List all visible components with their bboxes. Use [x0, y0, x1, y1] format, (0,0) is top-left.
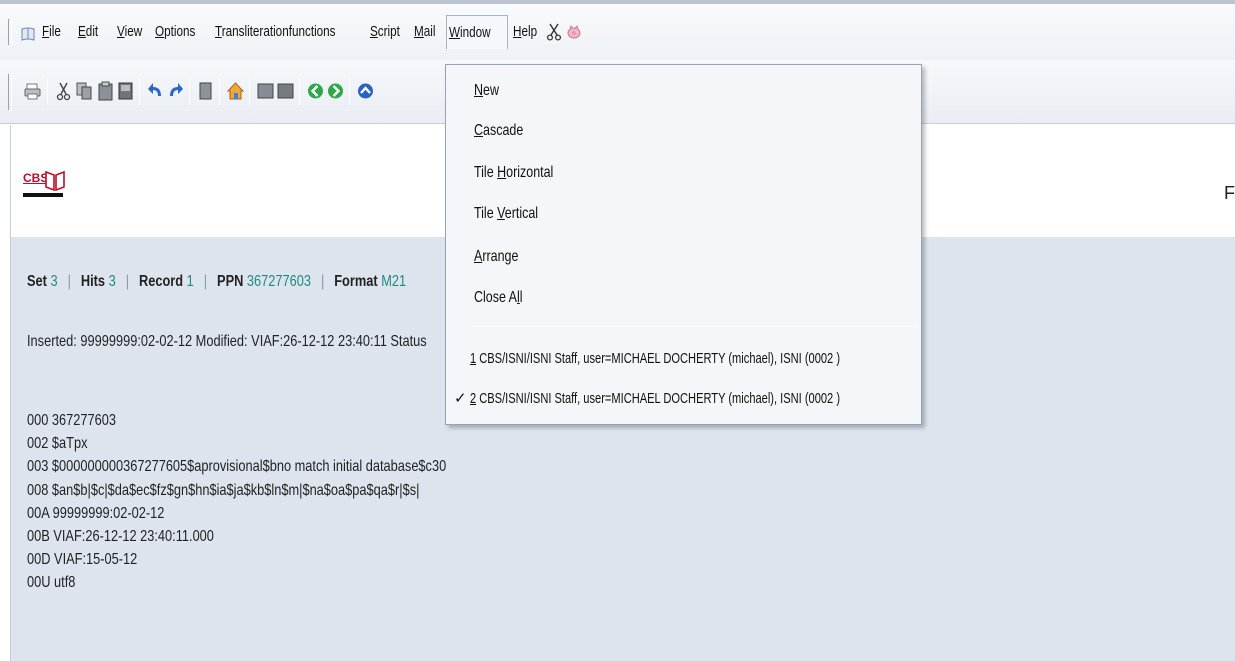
toolbar-separator [249, 79, 250, 105]
list-icon[interactable] [257, 81, 274, 101]
menu-edit[interactable]: Edit [76, 17, 104, 47]
list2-icon[interactable] [277, 81, 294, 101]
menu-transliterationfunctions[interactable]: Transliterationfunctions [213, 17, 370, 47]
forward-icon[interactable] [327, 81, 344, 101]
field-line[interactable]: 003 $000000000367277605$aprovisional$bno… [27, 455, 551, 478]
menu-item-new[interactable]: New [446, 71, 921, 111]
menu-item-cascade[interactable]: Cascade [446, 111, 921, 151]
menu-window[interactable]: Window [446, 15, 508, 49]
field-line[interactable]: 00A 99999999:02-02-12 [27, 502, 551, 525]
ppn-value[interactable]: 367277603 [247, 273, 311, 290]
toolbar-separator [189, 79, 190, 105]
menu-item-arrange[interactable]: Arrange [446, 237, 921, 277]
open-book-icon [45, 170, 65, 191]
pig-icon[interactable] [566, 24, 582, 40]
record-label: Record [138, 273, 184, 290]
book-icon[interactable] [20, 26, 36, 42]
undo-icon[interactable] [147, 81, 164, 101]
menu-separator [472, 326, 917, 327]
field-line[interactable]: 008 $an$b|$c|$da$ec$fz$gn$hn$ia$ja$kb$ln… [27, 479, 551, 502]
logo-bar [23, 193, 63, 197]
scissors-icon[interactable] [546, 23, 562, 41]
toolbar-separator [139, 79, 140, 105]
cbs-logo: CBS [23, 169, 69, 199]
menu-item-window-1[interactable]: 1 CBS/ISNI/ISNI Staff, user=MICHAEL DOCH… [446, 339, 921, 379]
truncated-header-text: F [1224, 183, 1235, 203]
menu-script[interactable]: Script [368, 17, 408, 47]
redo-icon[interactable] [167, 81, 184, 101]
menu-mail[interactable]: Mail [412, 17, 442, 47]
menu-item-tile-horizontal[interactable]: Tile Horizontal [446, 153, 921, 193]
field-line[interactable]: 00D VIAF:15-05-12 [27, 548, 551, 571]
hits-label: Hits [80, 273, 106, 290]
field-line[interactable]: 00B VIAF:26-12-12 23:40:11.000 [27, 525, 551, 548]
record-status-line: Set 3 | Hits 3 | Record 1 | PPN 36727760… [27, 273, 407, 290]
menu-item-close-all[interactable]: Close All [446, 278, 921, 318]
menu-file[interactable]: File [40, 17, 66, 47]
format-value[interactable]: M21 [381, 273, 406, 290]
menu-options[interactable]: Options [153, 17, 207, 47]
toolbar-gripper[interactable] [8, 74, 12, 110]
record-fields: 000 367277603 002 $aTpx 003 $00000000036… [27, 409, 551, 595]
copy-icon[interactable] [76, 81, 93, 101]
menu-view[interactable]: View [115, 17, 149, 47]
menu-item-window-2[interactable]: ✓ 2 CBS/ISNI/ISNI Staff, user=MICHAEL DO… [446, 379, 921, 419]
cut-icon[interactable] [55, 81, 72, 101]
menu-help[interactable]: Help [511, 17, 544, 47]
hits-value[interactable]: 3 [109, 273, 116, 290]
field-line[interactable]: 00U utf8 [27, 571, 551, 594]
up-icon[interactable] [357, 81, 374, 101]
check-icon: ✓ [454, 390, 467, 407]
toolbar-separator [47, 79, 48, 105]
menu-bar: File Edit View Options Transliterationfu… [0, 4, 1235, 60]
toolbar-separator [299, 79, 300, 105]
record-value[interactable]: 1 [187, 273, 194, 290]
save-icon[interactable] [117, 81, 134, 101]
print-icon[interactable] [24, 81, 41, 101]
window-menu-dropdown: New Cascade Tile Horizontal Tile Vertica… [445, 64, 922, 425]
toolbar-separator [219, 79, 220, 105]
set-value[interactable]: 3 [50, 273, 57, 290]
new-doc-icon[interactable] [197, 81, 214, 101]
menu-item-tile-vertical[interactable]: Tile Vertical [446, 194, 921, 234]
ppn-label: PPN [217, 273, 244, 290]
menubar-gripper[interactable] [8, 19, 12, 45]
field-line[interactable]: 002 $aTpx [27, 432, 551, 455]
set-label: Set [27, 273, 47, 290]
format-label: Format [334, 273, 378, 290]
toolbar-separator [349, 79, 350, 105]
home-icon[interactable] [227, 81, 244, 101]
back-icon[interactable] [307, 81, 324, 101]
paste-icon[interactable] [97, 81, 114, 101]
